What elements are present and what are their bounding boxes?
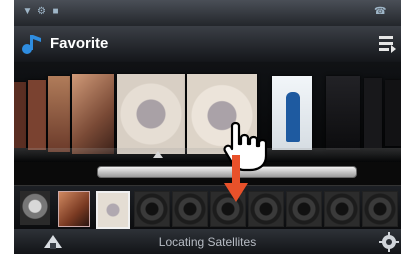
album-cover[interactable] [14, 82, 26, 148]
header: Favorite [14, 26, 401, 63]
message-icon: ■ [52, 6, 59, 17]
empty-slot[interactable] [172, 191, 208, 227]
empty-slot[interactable] [362, 191, 398, 227]
favorite-screen: ▼ ⚙ ■ ☎ Favorite Locating Satellites [14, 0, 401, 254]
thumbnail-strip[interactable] [14, 185, 401, 230]
current-position-marker [153, 151, 163, 158]
swipe-down-arrow-icon [224, 155, 248, 202]
album-cover[interactable] [326, 76, 360, 150]
empty-slot[interactable] [286, 191, 322, 227]
album-cover[interactable] [364, 78, 382, 148]
bottom-bar: Locating Satellites [14, 229, 401, 254]
gear-small-icon: ⚙ [37, 6, 46, 17]
music-note-icon [22, 35, 41, 54]
empty-slot[interactable] [248, 191, 284, 227]
status-bar: ▼ ⚙ ■ ☎ [14, 0, 401, 26]
carousel-reflection [14, 148, 401, 162]
album-cover[interactable] [28, 80, 46, 150]
album-cover[interactable] [48, 76, 70, 152]
settings-icon[interactable] [379, 232, 399, 252]
gps-status-text: Locating Satellites [158, 235, 257, 249]
thumb-item[interactable] [20, 191, 50, 225]
album-cover[interactable] [385, 80, 401, 146]
empty-slot[interactable] [134, 191, 170, 227]
album-cover[interactable] [117, 74, 185, 154]
phone-icon: ☎ [374, 6, 387, 17]
thumb-item[interactable] [96, 191, 130, 229]
antenna-icon: ▼ [22, 6, 33, 17]
empty-slot[interactable] [324, 191, 360, 227]
album-carousel[interactable] [14, 62, 401, 162]
thumb-item[interactable] [58, 191, 90, 227]
edit-list-icon[interactable] [377, 33, 397, 55]
page-title: Favorite [50, 35, 109, 52]
album-cover[interactable] [72, 74, 114, 154]
